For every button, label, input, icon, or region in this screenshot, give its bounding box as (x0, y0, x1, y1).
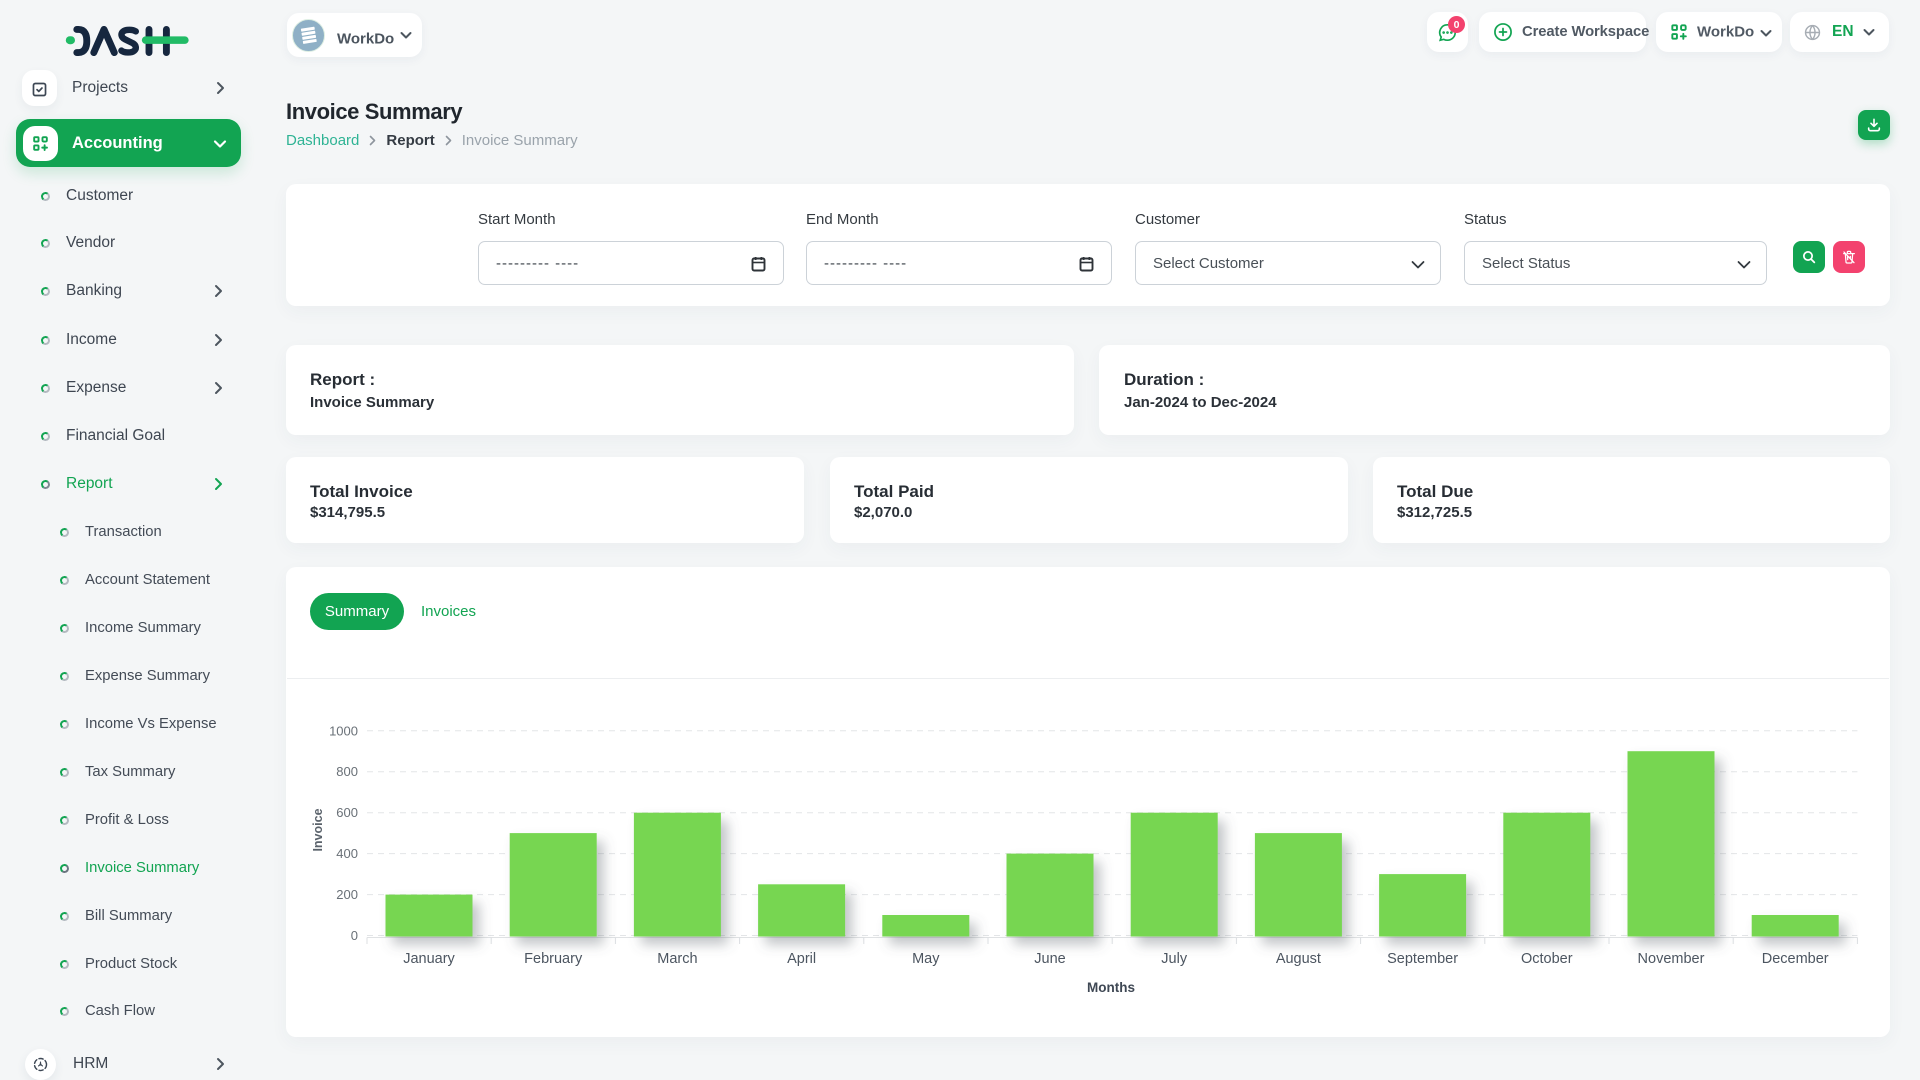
svg-text:Invoice: Invoice (311, 808, 325, 851)
svg-text:1000: 1000 (329, 723, 358, 738)
svg-text:0: 0 (351, 928, 358, 943)
svg-text:March: March (657, 951, 697, 967)
svg-text:February: February (524, 951, 583, 967)
svg-text:200: 200 (336, 887, 358, 902)
svg-text:September: September (1387, 951, 1458, 967)
svg-text:October: October (1521, 951, 1573, 967)
svg-text:November: November (1638, 951, 1705, 967)
svg-text:400: 400 (336, 846, 358, 861)
svg-text:April: April (787, 951, 816, 967)
svg-text:July: July (1161, 951, 1188, 967)
svg-text:June: June (1034, 951, 1065, 967)
svg-text:January: January (403, 951, 455, 967)
svg-text:August: August (1276, 951, 1321, 967)
svg-text:600: 600 (336, 805, 358, 820)
svg-text:Months: Months (1087, 980, 1135, 995)
svg-text:800: 800 (336, 764, 358, 779)
svg-text:December: December (1762, 951, 1829, 967)
svg-text:May: May (912, 951, 940, 967)
